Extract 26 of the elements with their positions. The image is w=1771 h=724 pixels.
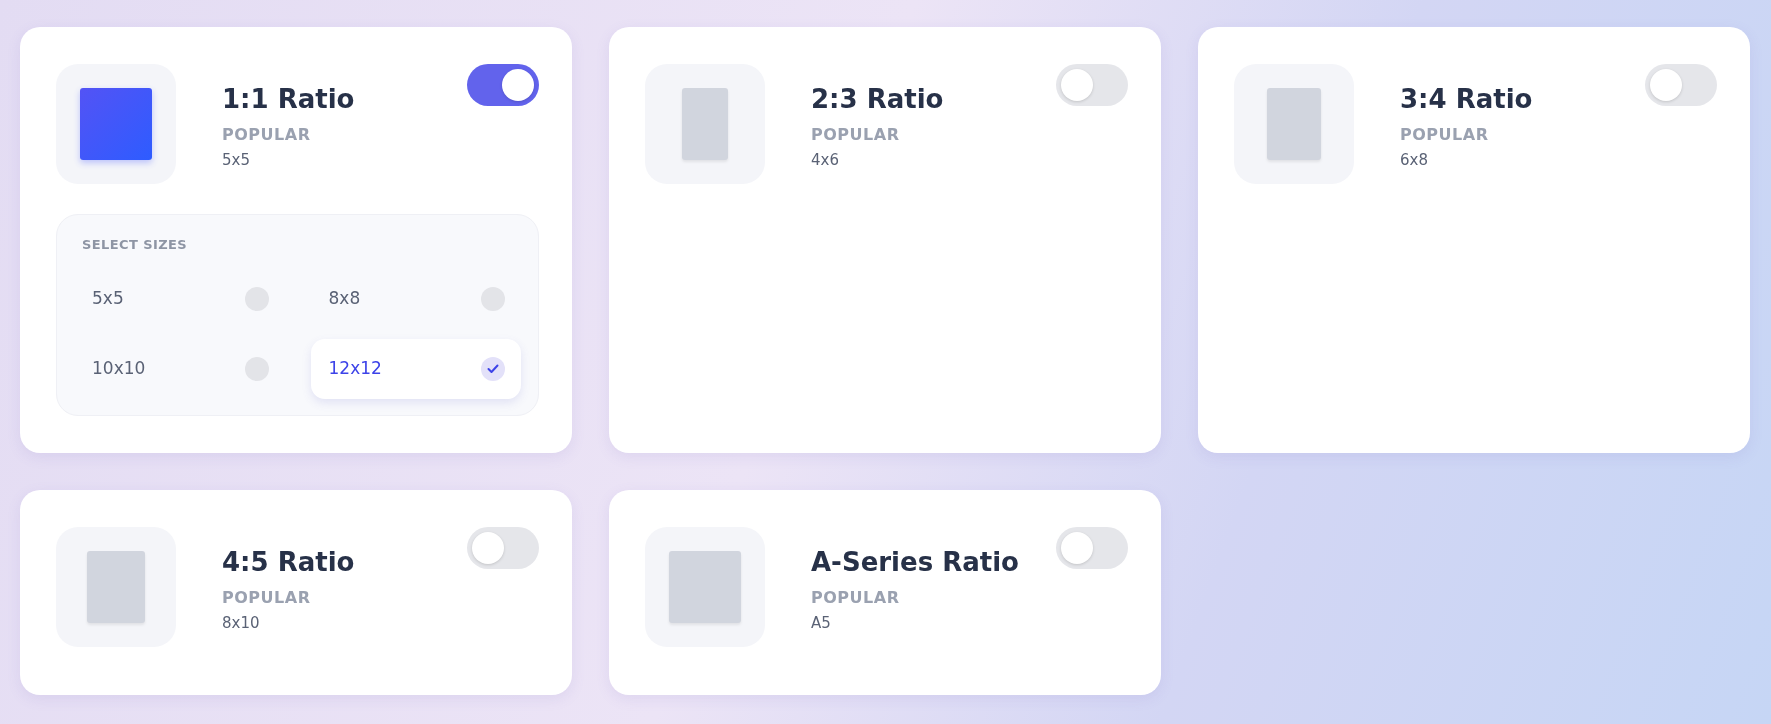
ratio-title: A-Series Ratio xyxy=(811,547,1020,579)
toggle-switch[interactable] xyxy=(467,527,539,569)
popular-label: POPULAR xyxy=(811,124,901,147)
default-size: 4x6 xyxy=(811,150,840,172)
section-label: SELECT SIZES xyxy=(82,236,188,254)
popular-label: POPULAR xyxy=(222,587,312,610)
size-option[interactable]: 12x12 xyxy=(310,338,521,399)
popular-label: POPULAR xyxy=(1400,124,1490,147)
toggle-switch[interactable] xyxy=(1056,64,1128,106)
size-option[interactable]: 5x5 xyxy=(74,268,285,329)
default-size: A5 xyxy=(811,613,832,635)
popular-label: POPULAR xyxy=(811,587,901,610)
toggle-switch[interactable] xyxy=(467,64,539,106)
popular-label: POPULAR xyxy=(222,124,312,147)
ratio-title: 2:3 Ratio xyxy=(811,84,945,116)
ratio-title: 4:5 Ratio xyxy=(222,547,356,579)
ratio-title: 3:4 Ratio xyxy=(1400,84,1534,116)
default-size: 6x8 xyxy=(1400,150,1429,172)
ratio-title: 1:1 Ratio xyxy=(222,84,356,116)
default-size: 5x5 xyxy=(222,150,251,172)
check-icon xyxy=(481,356,505,381)
default-size: 8x10 xyxy=(222,613,261,635)
toggle-switch[interactable] xyxy=(1645,64,1717,106)
size-option[interactable]: 8x8 xyxy=(310,268,521,329)
toggle-switch[interactable] xyxy=(1056,527,1128,569)
size-option[interactable]: 10x10 xyxy=(74,338,285,399)
